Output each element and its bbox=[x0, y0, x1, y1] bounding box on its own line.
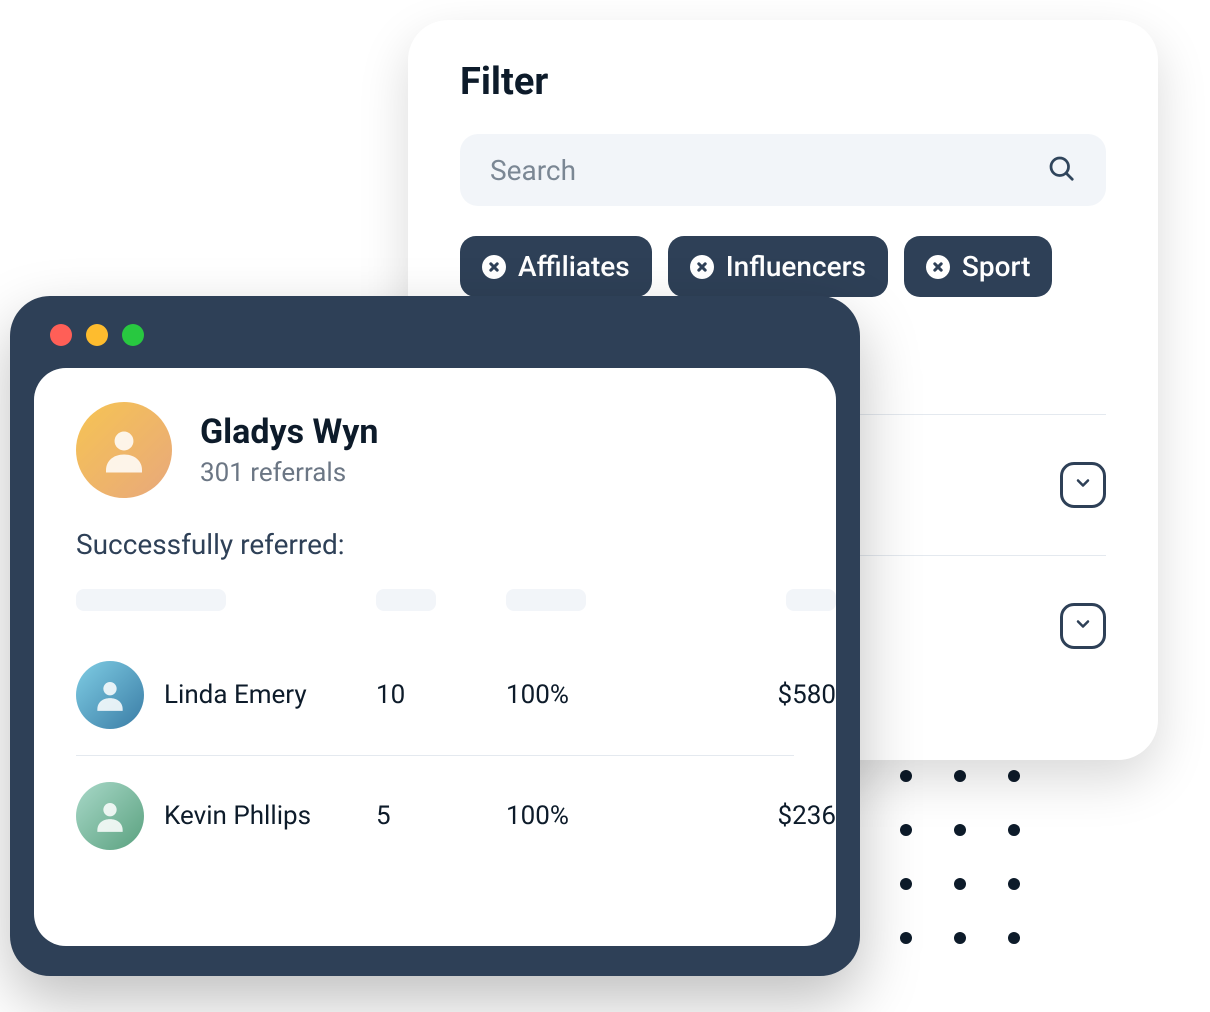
avatar bbox=[76, 402, 172, 498]
referrals-window: Gladys Wyn 301 referrals Successfully re… bbox=[10, 296, 860, 976]
referral-count: 10 bbox=[376, 680, 506, 710]
referral-rate: 100% bbox=[506, 680, 676, 710]
column-header-placeholder bbox=[786, 589, 836, 611]
remove-icon[interactable] bbox=[690, 255, 714, 279]
profile-subtitle: 301 referrals bbox=[200, 458, 378, 488]
referral-rate: 100% bbox=[506, 801, 676, 831]
table-header bbox=[76, 589, 794, 611]
column-header-placeholder bbox=[506, 589, 586, 611]
avatar bbox=[76, 782, 144, 850]
referral-amount: $580 bbox=[676, 680, 836, 710]
close-icon[interactable] bbox=[50, 324, 72, 346]
expand-button[interactable] bbox=[1060, 462, 1106, 508]
chip-label: Sport bbox=[962, 250, 1030, 283]
profile-header: Gladys Wyn 301 referrals bbox=[76, 402, 794, 498]
profile-name: Gladys Wyn bbox=[200, 412, 378, 452]
remove-icon[interactable] bbox=[926, 255, 950, 279]
window-controls bbox=[34, 320, 836, 346]
column-header-placeholder bbox=[76, 589, 226, 611]
expand-button[interactable] bbox=[1060, 603, 1106, 649]
search-input[interactable]: Search bbox=[460, 134, 1106, 206]
section-label: Successfully referred: bbox=[76, 528, 794, 561]
referrals-card: Gladys Wyn 301 referrals Successfully re… bbox=[34, 368, 836, 946]
search-placeholder: Search bbox=[490, 154, 576, 187]
chip-sport[interactable]: Sport bbox=[904, 236, 1052, 297]
remove-icon[interactable] bbox=[482, 255, 506, 279]
chevron-down-icon bbox=[1073, 614, 1093, 638]
chip-label: Influencers bbox=[726, 250, 866, 283]
column-header-placeholder bbox=[376, 589, 436, 611]
table-row[interactable]: Linda Emery 10 100% $580 bbox=[76, 635, 794, 755]
referral-count: 5 bbox=[376, 801, 506, 831]
chip-affiliates[interactable]: Affiliates bbox=[460, 236, 652, 297]
referral-name: Linda Emery bbox=[164, 680, 307, 710]
avatar bbox=[76, 661, 144, 729]
chevron-down-icon bbox=[1073, 473, 1093, 497]
chip-influencers[interactable]: Influencers bbox=[668, 236, 888, 297]
decorative-dot-grid bbox=[900, 770, 1020, 944]
referral-name: Kevin Phllips bbox=[164, 801, 311, 831]
search-icon bbox=[1046, 153, 1076, 187]
minimize-icon[interactable] bbox=[86, 324, 108, 346]
filter-title: Filter bbox=[460, 60, 1106, 104]
referral-amount: $236 bbox=[676, 801, 836, 831]
maximize-icon[interactable] bbox=[122, 324, 144, 346]
chip-label: Affiliates bbox=[518, 250, 630, 283]
table-row[interactable]: Kevin Phllips 5 100% $236 bbox=[76, 755, 794, 876]
